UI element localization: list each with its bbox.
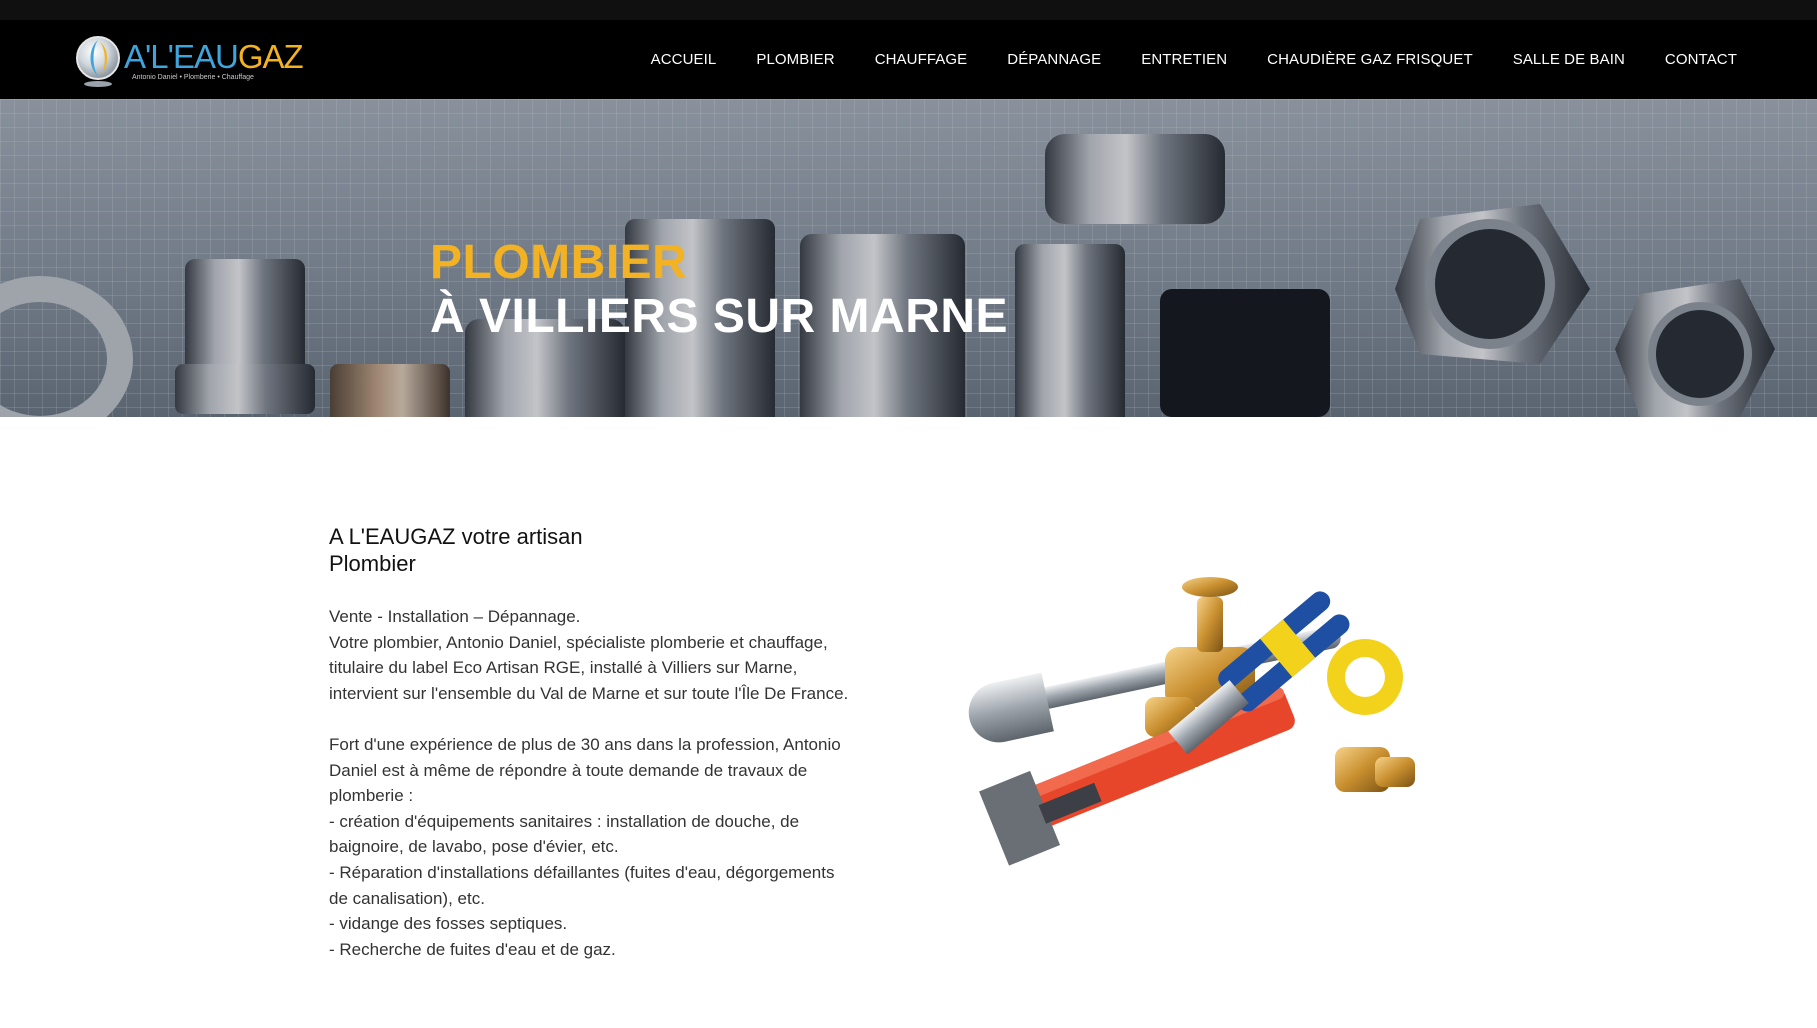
- intro-body: Vente - Installation – Dépannage. Votre …: [329, 604, 899, 962]
- intro-line: plomberie :: [329, 786, 414, 806]
- intro-line: Votre plombier, Antonio Daniel, spéciali…: [329, 632, 828, 652]
- top-strip: [0, 0, 1817, 20]
- hero-subtitle: À VILLIERS SUR MARNE: [430, 290, 1009, 343]
- nav-item-accueil[interactable]: ACCUEIL: [651, 51, 717, 68]
- main-nav: ACCUEIL PLOMBIER CHAUFFAGE DÉPANNAGE ENT…: [651, 20, 1737, 99]
- intro-line: Fort d'une expérience de plus de 30 ans …: [329, 734, 841, 754]
- intro-line: de canalisation), etc.: [329, 888, 485, 908]
- nav-item-chauffage[interactable]: CHAUFFAGE: [875, 51, 968, 68]
- intro-line: intervient sur l'ensemble du Val de Marn…: [329, 683, 849, 703]
- logo-globe-icon: [76, 36, 120, 87]
- logo-wordmark: A'L'EAUGAZ: [124, 38, 304, 76]
- intro-line: baignoire, de lavabo, pose d'évier, etc.: [329, 837, 619, 857]
- plumbing-tools-image: [968, 577, 1415, 866]
- nav-item-contact[interactable]: CONTACT: [1665, 51, 1737, 68]
- hero-title: PLOMBIER: [430, 236, 688, 289]
- main-content: A L'EAUGAZ votre artisan Plombier Vente …: [0, 417, 1817, 1028]
- intro-line: Daniel est à même de répondre à toute de…: [329, 760, 808, 780]
- intro-heading-line2: Plombier: [329, 551, 416, 576]
- hero-banner: PLOMBIER À VILLIERS SUR MARNE: [0, 99, 1817, 417]
- intro-heading-line1: A L'EAUGAZ votre artisan: [329, 524, 583, 549]
- intro-line: titulaire du label Eco Artisan RGE, inst…: [329, 658, 798, 678]
- logo-tagline: Antonio Daniel • Plomberie • Chauffage: [132, 74, 254, 81]
- logo-wordmark-part2: GAZ: [237, 38, 304, 75]
- intro-line: - création d'équipements sanitaires : in…: [329, 811, 800, 831]
- hero-overlay: [0, 99, 1817, 417]
- intro-line: - Recherche de fuites d'eau et de gaz.: [329, 939, 616, 959]
- intro-heading: A L'EAUGAZ votre artisan Plombier: [329, 523, 649, 577]
- intro-line: - vidange des fosses septiques.: [329, 914, 568, 934]
- nav-item-entretien[interactable]: ENTRETIEN: [1141, 51, 1227, 68]
- intro-line: Vente - Installation – Dépannage.: [329, 607, 581, 626]
- nav-item-chaudiere-gaz-frisquet[interactable]: CHAUDIÈRE GAZ FRISQUET: [1267, 51, 1473, 68]
- nav-item-plombier[interactable]: PLOMBIER: [756, 51, 834, 68]
- intro-line: - Réparation d'installations défaillante…: [329, 862, 835, 882]
- nav-item-salle-de-bain[interactable]: SALLE DE BAIN: [1513, 51, 1625, 68]
- site-header: A'L'EAUGAZ Antonio Daniel • Plomberie • …: [0, 20, 1817, 99]
- site-logo[interactable]: A'L'EAUGAZ Antonio Daniel • Plomberie • …: [74, 34, 304, 88]
- nav-item-depannage[interactable]: DÉPANNAGE: [1007, 51, 1101, 68]
- logo-wordmark-part1: A'L'EAU: [124, 38, 239, 75]
